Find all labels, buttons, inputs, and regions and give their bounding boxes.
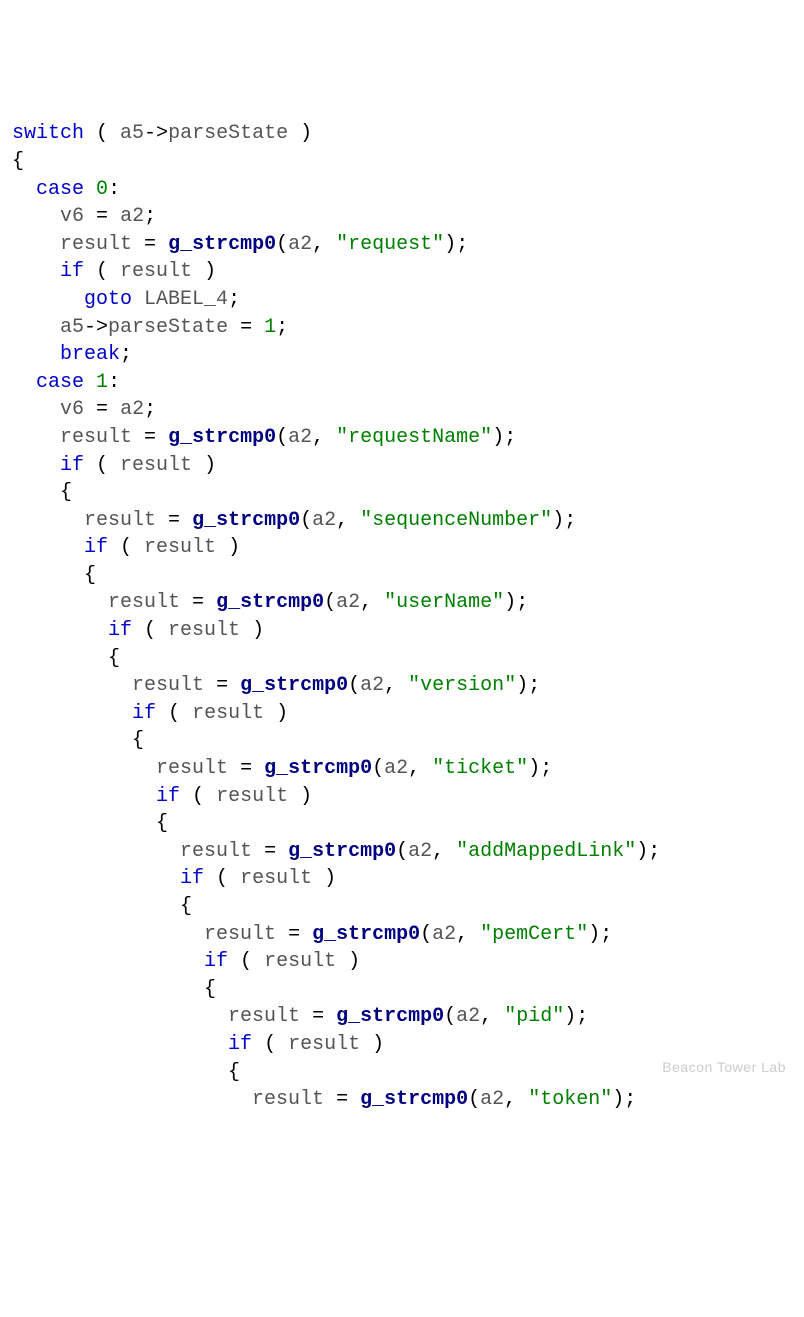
keyword-if: if bbox=[204, 950, 228, 973]
keyword-if: if bbox=[228, 1033, 252, 1056]
var-a2: a2 bbox=[456, 1005, 480, 1028]
var-a2: a2 bbox=[312, 509, 336, 532]
fn-strcmp: g_strcmp0 bbox=[168, 233, 276, 256]
str-sequenceNumber: "sequenceNumber" bbox=[360, 509, 552, 532]
var-result: result bbox=[264, 950, 336, 973]
fn-strcmp: g_strcmp0 bbox=[168, 426, 276, 449]
keyword-if: if bbox=[60, 260, 84, 283]
var-a2: a2 bbox=[120, 205, 144, 228]
var-result: result bbox=[228, 1005, 300, 1028]
fn-strcmp: g_strcmp0 bbox=[264, 757, 372, 780]
fn-strcmp: g_strcmp0 bbox=[288, 840, 396, 863]
var-a5: a5 bbox=[120, 122, 144, 145]
var-result: result bbox=[240, 867, 312, 890]
var-a2: a2 bbox=[360, 674, 384, 697]
var-result: result bbox=[60, 233, 132, 256]
var-result: result bbox=[108, 591, 180, 614]
fn-strcmp: g_strcmp0 bbox=[192, 509, 300, 532]
var-a2: a2 bbox=[432, 923, 456, 946]
str-requestName: "requestName" bbox=[336, 426, 492, 449]
var-result: result bbox=[252, 1088, 324, 1111]
var-result: result bbox=[180, 840, 252, 863]
var-result: result bbox=[120, 260, 192, 283]
keyword-case: case bbox=[36, 178, 84, 201]
str-request: "request" bbox=[336, 233, 444, 256]
var-v6: v6 bbox=[60, 205, 84, 228]
keyword-case: case bbox=[36, 371, 84, 394]
fn-strcmp: g_strcmp0 bbox=[216, 591, 324, 614]
str-version: "version" bbox=[408, 674, 516, 697]
code-block: switch ( a5->parseState ) { case 0: v6 =… bbox=[12, 120, 792, 1113]
var-result: result bbox=[84, 509, 156, 532]
var-a2: a2 bbox=[288, 426, 312, 449]
var-a2: a2 bbox=[336, 591, 360, 614]
var-a2: a2 bbox=[288, 233, 312, 256]
var-result: result bbox=[288, 1033, 360, 1056]
str-pemCert: "pemCert" bbox=[480, 923, 588, 946]
var-a2: a2 bbox=[120, 398, 144, 421]
fn-strcmp: g_strcmp0 bbox=[312, 923, 420, 946]
watermark: Beacon Tower Lab bbox=[662, 1058, 786, 1077]
keyword-break: break bbox=[60, 343, 120, 366]
str-pid: "pid" bbox=[504, 1005, 564, 1028]
keyword-if: if bbox=[108, 619, 132, 642]
var-v6: v6 bbox=[60, 398, 84, 421]
keyword-if: if bbox=[84, 536, 108, 559]
keyword-if: if bbox=[156, 785, 180, 808]
var-result: result bbox=[216, 785, 288, 808]
keyword-if: if bbox=[180, 867, 204, 890]
field-parseState: parseState bbox=[168, 122, 288, 145]
label-4: LABEL_4 bbox=[144, 288, 228, 311]
var-a5: a5 bbox=[60, 316, 84, 339]
keyword-if: if bbox=[60, 454, 84, 477]
keyword-if: if bbox=[132, 702, 156, 725]
str-ticket: "ticket" bbox=[432, 757, 528, 780]
var-a2: a2 bbox=[384, 757, 408, 780]
var-result: result bbox=[192, 702, 264, 725]
var-result: result bbox=[144, 536, 216, 559]
str-userName: "userName" bbox=[384, 591, 504, 614]
keyword-switch: switch bbox=[12, 122, 84, 145]
num-1: 1 bbox=[264, 316, 276, 339]
num-0: 0 bbox=[96, 178, 108, 201]
fn-strcmp: g_strcmp0 bbox=[360, 1088, 468, 1111]
var-result: result bbox=[132, 674, 204, 697]
var-a2: a2 bbox=[480, 1088, 504, 1111]
str-addMappedLink: "addMappedLink" bbox=[456, 840, 636, 863]
keyword-goto: goto bbox=[84, 288, 132, 311]
var-result: result bbox=[156, 757, 228, 780]
var-result: result bbox=[168, 619, 240, 642]
str-token: "token" bbox=[528, 1088, 612, 1111]
fn-strcmp: g_strcmp0 bbox=[336, 1005, 444, 1028]
var-result: result bbox=[204, 923, 276, 946]
var-result: result bbox=[60, 426, 132, 449]
fn-strcmp: g_strcmp0 bbox=[240, 674, 348, 697]
var-result: result bbox=[120, 454, 192, 477]
num-1: 1 bbox=[96, 371, 108, 394]
field-parseState: parseState bbox=[108, 316, 228, 339]
var-a2: a2 bbox=[408, 840, 432, 863]
